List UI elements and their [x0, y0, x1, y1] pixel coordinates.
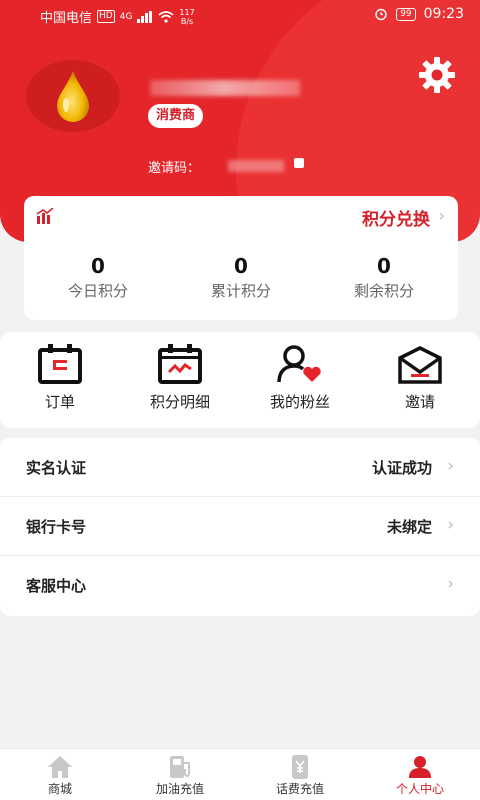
- settings-list: 实名认证 认证成功 › 银行卡号 未绑定 › 客服中心 ›: [0, 438, 480, 616]
- avatar[interactable]: [26, 60, 120, 132]
- username-redacted: [150, 80, 300, 96]
- phone-bill-icon: [292, 755, 308, 779]
- status-bar: 中国电信 HD 4G 117 B/s 99 09:23: [0, 0, 480, 30]
- stat-label: 剩余积分: [353, 282, 414, 300]
- list-item-label: 银行卡号: [26, 518, 87, 536]
- stat-value: 0: [91, 254, 105, 278]
- menu-item-points-detail[interactable]: 积分明细: [125, 344, 235, 412]
- member-badge: 消费商: [148, 104, 204, 128]
- nav-label: 话费充值: [275, 782, 324, 796]
- battery-icon: 99: [396, 7, 416, 21]
- invite-code-label: 邀请码：: [148, 161, 201, 176]
- invite-icon: [398, 346, 442, 384]
- nav-tab-fuel-recharge[interactable]: 加油充值: [120, 755, 240, 797]
- menu-item-invite[interactable]: 邀请: [365, 344, 475, 412]
- nav-label: 商城: [47, 782, 72, 796]
- stat-today-points: 0 今日积分: [28, 254, 168, 302]
- settings-gear-icon[interactable]: [418, 56, 456, 94]
- stat-value: 0: [377, 254, 391, 278]
- list-item-real-name[interactable]: 实名认证 认证成功 ›: [0, 438, 480, 497]
- points-exchange-link[interactable]: 积分兑换: [362, 205, 430, 230]
- speed-unit: B/s: [180, 16, 194, 26]
- list-item-label: 客服中心: [26, 577, 87, 595]
- order-icon: [38, 344, 82, 384]
- nav-tab-personal-center[interactable]: 个人中心: [360, 755, 480, 797]
- carrier-label: 中国电信: [40, 11, 93, 26]
- nav-label: 加油充值: [155, 782, 204, 796]
- fuel-icon: [170, 756, 190, 778]
- points-card: 积分兑换 › 0 今日积分 0 累计积分 0 剩余积分: [24, 196, 458, 320]
- nav-tab-phone-recharge[interactable]: 话费充值: [240, 755, 360, 797]
- oil-drop-icon: [57, 71, 89, 122]
- menu-item-label: 我的粉丝: [269, 393, 330, 411]
- list-item-bank-card[interactable]: 银行卡号 未绑定 ›: [0, 497, 480, 556]
- stat-total-points: 0 累计积分: [171, 254, 311, 302]
- bottom-nav: 商城 加油充值 话费充值 个人中心: [0, 748, 480, 800]
- home-icon: [48, 756, 72, 778]
- person-icon: [409, 756, 431, 778]
- speed-value: 117: [179, 7, 195, 17]
- nav-tab-mall[interactable]: 商城: [0, 755, 120, 797]
- fans-icon: [277, 345, 321, 383]
- chevron-right-icon: ›: [447, 456, 454, 476]
- menu-item-label: 订单: [44, 393, 75, 411]
- network-speed: 117 B/s: [179, 8, 194, 26]
- nav-label: 个人中心: [395, 782, 444, 796]
- list-item-customer-service[interactable]: 客服中心 ›: [0, 556, 480, 615]
- menu-item-fans[interactable]: 我的粉丝: [245, 344, 355, 412]
- quick-menu: 订单 积分明细 我的粉丝 邀请: [0, 332, 480, 428]
- signal-icon: [137, 10, 153, 23]
- copy-icon[interactable]: [292, 156, 306, 170]
- list-item-value: 未绑定: [386, 518, 432, 536]
- invite-code-redacted: [228, 160, 284, 172]
- chevron-right-icon: ›: [447, 515, 454, 535]
- stat-value: 0: [234, 254, 248, 278]
- hd-icon: HD: [97, 10, 115, 23]
- menu-item-label: 积分明细: [149, 393, 210, 411]
- stat-remaining-points: 0 剩余积分: [314, 254, 454, 302]
- stat-label: 今日积分: [67, 282, 128, 300]
- stat-label: 累计积分: [210, 282, 271, 300]
- alarm-icon: [375, 8, 387, 21]
- clock: 09:23: [423, 6, 464, 22]
- list-item-label: 实名认证: [26, 459, 87, 477]
- wifi-icon: [158, 10, 174, 23]
- points-chart-icon: [36, 208, 54, 224]
- chevron-right-icon: ›: [447, 574, 454, 594]
- network-label: 4G: [119, 11, 133, 22]
- menu-item-label: 邀请: [404, 393, 435, 411]
- points-detail-icon: [158, 344, 202, 384]
- menu-item-orders[interactable]: 订单: [5, 344, 115, 412]
- chevron-right-icon[interactable]: ›: [439, 206, 445, 225]
- list-item-value: 认证成功: [371, 459, 432, 477]
